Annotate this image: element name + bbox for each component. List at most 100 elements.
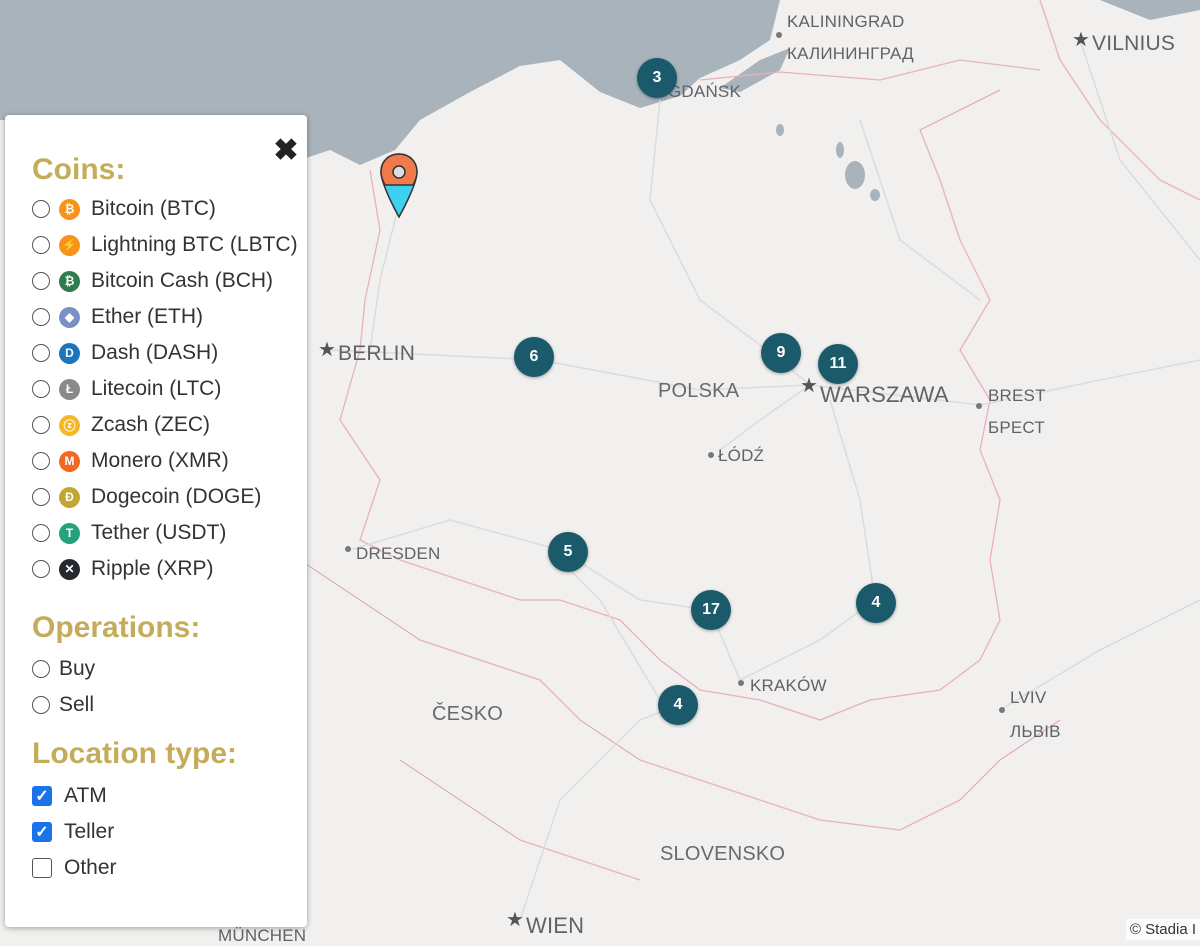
coin-label: Litecoin (LTC)	[91, 377, 222, 400]
cluster-marker[interactable]: 4	[658, 685, 698, 725]
coin-option[interactable]: ⚡ Lightning BTC (LBTC)	[32, 230, 298, 260]
place-munchen: MÜNCHEN	[218, 926, 307, 945]
cluster-marker[interactable]: 17	[691, 590, 731, 630]
tether-icon: T	[59, 522, 80, 544]
monero-icon: M	[59, 450, 80, 472]
bitcoin-icon: ₿	[59, 198, 80, 220]
cluster-marker[interactable]: 11	[818, 344, 858, 384]
coin-label: Ripple (XRP)	[91, 557, 214, 580]
cluster-marker[interactable]: 4	[856, 583, 896, 623]
location-label: ATM	[64, 784, 107, 807]
coin-option[interactable]: ₿ Bitcoin Cash (BCH)	[32, 266, 273, 296]
location-label: Other	[64, 856, 117, 879]
coin-radio[interactable]	[32, 272, 50, 290]
ether-icon: ◆	[59, 306, 80, 328]
cluster-marker[interactable]: 5	[548, 532, 588, 572]
lightning-icon: ⚡	[59, 234, 80, 256]
coin-label: Dash (DASH)	[91, 341, 219, 364]
teller-checkbox[interactable]: ✓	[32, 822, 52, 842]
coin-option[interactable]: ◆ Ether (ETH)	[32, 302, 203, 332]
litecoin-icon: Ł	[59, 378, 80, 400]
coin-radio[interactable]	[32, 200, 50, 218]
krakow-dot	[738, 680, 744, 686]
buy-radio[interactable]	[32, 660, 50, 678]
lodz-dot	[708, 452, 714, 458]
capital-star-icon: ★	[506, 909, 524, 931]
brest-dot	[976, 403, 982, 409]
location-teller[interactable]: ✓ Teller	[32, 817, 114, 847]
coin-label: Monero (XMR)	[91, 449, 229, 472]
bitcoin-cash-icon: ₿	[59, 270, 80, 292]
place-wien: WIEN	[526, 913, 585, 938]
place-kaliningrad-cyrillic: КАЛИНИНГРАД	[787, 44, 914, 63]
coin-label: Lightning BTC (LBTC)	[91, 233, 298, 256]
place-vilnius: VILNIUS	[1092, 32, 1176, 55]
coin-label: Zcash (ZEC)	[91, 413, 211, 436]
location-label: Teller	[64, 820, 115, 843]
cluster-marker[interactable]: 6	[514, 337, 554, 377]
filter-panel: ✖ Coins: ₿ Bitcoin (BTC) ⚡ Lightning BTC (L…	[5, 115, 307, 927]
coin-option[interactable]: ₿ Bitcoin (BTC)	[32, 194, 216, 224]
coin-option[interactable]: M Monero (XMR)	[32, 446, 229, 476]
map-attribution[interactable]: © Stadia I	[1125, 919, 1200, 940]
place-brest-cyrillic: БРЕСТ	[988, 418, 1045, 437]
sell-radio[interactable]	[32, 696, 50, 714]
coin-label: Ether (ETH)	[91, 305, 204, 328]
place-lviv-cyrillic: ЛЬВІВ	[1010, 722, 1061, 741]
coin-radio[interactable]	[32, 560, 50, 578]
coin-option[interactable]: Ł Litecoin (LTC)	[32, 374, 221, 404]
place-krakow: KRAKÓW	[750, 676, 827, 695]
cluster-marker[interactable]: 9	[761, 333, 801, 373]
place-cesko: ČESKO	[432, 703, 504, 725]
dresden-dot	[345, 546, 351, 552]
coin-radio[interactable]	[32, 524, 50, 542]
location-type-heading: Location type:	[32, 737, 238, 770]
curonian-lagoon	[1100, 0, 1200, 20]
borders	[299, 0, 1200, 881]
coin-radio[interactable]	[32, 416, 50, 434]
place-lodz: ŁÓDŹ	[718, 446, 765, 465]
operation-label: Sell	[59, 693, 95, 716]
other-checkbox[interactable]	[32, 858, 52, 878]
kaliningrad-dot	[776, 32, 782, 38]
coin-label: Dogecoin (DOGE)	[91, 485, 262, 508]
location-pin-icon[interactable]	[380, 153, 418, 219]
place-lviv: LVIV	[1010, 688, 1047, 707]
place-polska: POLSKA	[658, 380, 740, 402]
cluster-marker[interactable]: 3	[637, 58, 677, 98]
coin-radio[interactable]	[32, 344, 50, 362]
coin-option[interactable]: Ð Dogecoin (DOGE)	[32, 482, 261, 512]
place-gdansk: GDAŃSK	[668, 82, 741, 101]
coin-radio[interactable]	[32, 452, 50, 470]
coin-label: Tether (USDT)	[91, 521, 227, 544]
coin-radio[interactable]	[32, 488, 50, 506]
location-atm[interactable]: ✓ ATM	[32, 781, 107, 811]
operation-label: Buy	[59, 657, 96, 680]
coin-option[interactable]: ⓩ Zcash (ZEC)	[32, 410, 210, 440]
place-dresden: DRESDEN	[356, 544, 441, 563]
lviv-dot	[999, 707, 1005, 713]
place-kaliningrad: KALININGRAD	[787, 12, 905, 31]
place-slovensko: SLOVENSKO	[660, 843, 786, 865]
coin-radio[interactable]	[32, 380, 50, 398]
location-other[interactable]: Other	[32, 853, 117, 883]
place-brest: BREST	[988, 386, 1046, 405]
coin-option[interactable]: D Dash (DASH)	[32, 338, 218, 368]
coin-radio[interactable]	[32, 236, 50, 254]
operations-heading: Operations:	[32, 611, 201, 644]
coin-option[interactable]: ✕ Ripple (XRP)	[32, 554, 214, 584]
capital-star-icon: ★	[1072, 29, 1090, 51]
coins-heading: Coins:	[32, 153, 126, 186]
coin-radio[interactable]	[32, 308, 50, 326]
atm-checkbox[interactable]: ✓	[32, 786, 52, 806]
close-icon[interactable]: ✖	[271, 136, 301, 167]
zcash-icon: ⓩ	[59, 414, 80, 436]
dogecoin-icon: Ð	[59, 486, 80, 508]
capital-star-icon: ★	[318, 339, 336, 361]
roads	[329, 39, 1200, 921]
operation-buy[interactable]: Buy	[32, 654, 95, 684]
coin-label: Bitcoin (BTC)	[91, 197, 216, 220]
capital-star-icon: ★	[800, 375, 818, 397]
coin-option[interactable]: T Tether (USDT)	[32, 518, 226, 548]
operation-sell[interactable]: Sell	[32, 690, 94, 720]
